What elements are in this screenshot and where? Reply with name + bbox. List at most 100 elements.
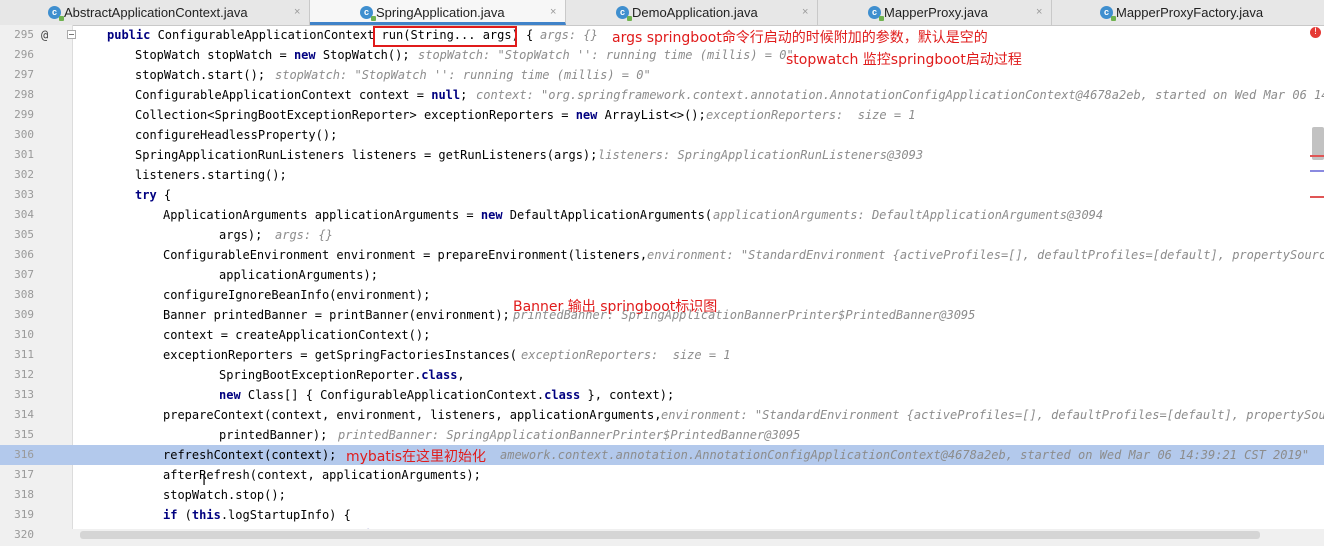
line-number[interactable]: 318	[4, 485, 34, 505]
code-text[interactable]: configureHeadlessProperty();	[135, 125, 337, 145]
horizontal-scrollbar[interactable]	[72, 529, 1324, 546]
fold-toggle-icon[interactable]	[67, 30, 76, 39]
line-number[interactable]: 303	[4, 185, 34, 205]
code-text[interactable]: ConfigurableApplicationContext context =…	[135, 85, 467, 105]
close-icon[interactable]: ×	[802, 0, 808, 25]
error-icon[interactable]: !	[1310, 27, 1321, 38]
info-stripe-mark[interactable]	[1310, 170, 1324, 172]
line-number[interactable]: 308	[4, 285, 34, 305]
code-line[interactable]: 300 configureHeadlessProperty();	[0, 125, 1324, 145]
line-number[interactable]: 307	[4, 265, 34, 285]
line-number[interactable]: 317	[4, 465, 34, 485]
line-number[interactable]: 297	[4, 65, 34, 85]
line-number[interactable]: 298	[4, 85, 34, 105]
line-number[interactable]: 309	[4, 305, 34, 325]
line-number[interactable]: 302	[4, 165, 34, 185]
mybatis-annotation: mybatis在这里初始化	[346, 449, 487, 465]
code-text[interactable]: StopWatch stopWatch = new StopWatch();	[135, 45, 410, 65]
line-number[interactable]: 315	[4, 425, 34, 445]
code-text[interactable]: SpringBootExceptionReporter.class,	[219, 365, 465, 385]
code-text[interactable]: prepareContext(context, environment, lis…	[163, 405, 662, 425]
code-text[interactable]: exceptionReporters = getSpringFactoriesI…	[163, 345, 517, 365]
tab-abstract-application-context[interactable]: c AbstractApplicationContext.java ×	[48, 0, 310, 25]
line-number[interactable]: 313	[4, 385, 34, 405]
code-line[interactable]: 312 SpringBootExceptionReporter.class,	[0, 365, 1324, 385]
code-text[interactable]: Collection<SpringBootExceptionReporter> …	[135, 105, 706, 125]
code-text[interactable]: printedBanner);	[219, 425, 327, 445]
stopwatch-annotation: stopwatch 监控springboot启动过程	[786, 52, 1022, 68]
code-line[interactable]: 315 printedBanner); printedBanner: SpringA…	[0, 425, 1324, 445]
code-text[interactable]: context = createApplicationContext();	[163, 325, 430, 345]
line-number[interactable]: 312	[4, 365, 34, 385]
error-stripe-mark[interactable]	[1310, 155, 1324, 157]
code-text[interactable]: stopWatch.stop();	[163, 485, 286, 505]
code-line[interactable]: 313 new Class[] { ConfigurableApplication…	[0, 385, 1324, 405]
code-line[interactable]: 297 stopWatch.start(); stopWatch: "StopWat…	[0, 65, 1324, 85]
code-text[interactable]: applicationArguments);	[219, 265, 378, 285]
line-number[interactable]: 316	[4, 445, 34, 465]
override-marker-icon[interactable]: @	[41, 25, 48, 45]
code-text[interactable]: try {	[135, 185, 171, 205]
line-number[interactable]: 306	[4, 245, 34, 265]
code-line[interactable]: 304 ApplicationArguments applicationArgum…	[0, 205, 1324, 225]
code-line[interactable]: 314 prepareContext(context, environment, …	[0, 405, 1324, 425]
code-text[interactable]: configureIgnoreBeanInfo(environment);	[163, 285, 430, 305]
code-text[interactable]: stopWatch.start();	[135, 65, 265, 85]
code-text[interactable]: ApplicationArguments applicationArgument…	[163, 205, 712, 225]
class-icon: c	[1100, 6, 1116, 21]
class-icon: c	[616, 6, 632, 21]
code-line[interactable]: 318 stopWatch.stop();	[0, 485, 1324, 505]
code-line[interactable]: 298 ConfigurableApplicationContext contex…	[0, 85, 1324, 105]
close-icon[interactable]: ×	[550, 0, 556, 22]
line-number[interactable]: 296	[4, 45, 34, 65]
code-text[interactable]: if (this.logStartupInfo) {	[163, 505, 351, 525]
code-line[interactable]: 317 afterRefresh(context, applicationArgu…	[0, 465, 1324, 485]
close-icon[interactable]: ×	[1036, 0, 1042, 25]
tab-mapper-proxy[interactable]: c MapperProxy.java ×	[818, 0, 1052, 25]
code-text[interactable]: listeners.starting();	[135, 165, 287, 185]
code-line[interactable]: 311 exceptionReporters = getSpringFactori…	[0, 345, 1324, 365]
line-number[interactable]: 304	[4, 205, 34, 225]
code-text[interactable]: Banner printedBanner = printBanner(envir…	[163, 305, 510, 325]
code-line[interactable]: 301 SpringApplicationRunListeners listene…	[0, 145, 1324, 165]
line-number[interactable]: 314	[4, 405, 34, 425]
line-number[interactable]: 310	[4, 325, 34, 345]
code-text[interactable]: SpringApplicationRunListeners listeners …	[135, 145, 597, 165]
code-line[interactable]: 296 StopWatch stopWatch = new StopWatch()…	[0, 45, 1324, 65]
code-text[interactable]: afterRefresh(context, applicationArgumen…	[163, 465, 481, 485]
line-number[interactable]: 295	[4, 25, 34, 45]
tab-spring-application[interactable]: c SpringApplication.java ×	[310, 0, 566, 25]
line-number[interactable]: 300	[4, 125, 34, 145]
code-line[interactable]: 316 refreshContext(context); amework.conte…	[0, 445, 1324, 465]
code-line[interactable]: 303 try {	[0, 185, 1324, 205]
line-number[interactable]: 301	[4, 145, 34, 165]
tab-demo-application[interactable]: c DemoApplication.java ×	[566, 0, 818, 25]
line-number[interactable]: 311	[4, 345, 34, 365]
code-text[interactable]: refreshContext(context);	[163, 445, 336, 465]
inline-debug-value: listeners: SpringApplicationRunListeners…	[598, 148, 924, 162]
line-number[interactable]: 305	[4, 225, 34, 245]
code-line[interactable]: 302 listeners.starting();	[0, 165, 1324, 185]
code-line[interactable]: 305 args); args: {}	[0, 225, 1324, 245]
line-number[interactable]: 320	[4, 525, 34, 545]
inline-debug-value: stopWatch: "StopWatch '': running time (…	[275, 68, 651, 82]
tab-label: AbstractApplicationContext.java	[64, 5, 248, 20]
run-method-highlight-box	[373, 26, 517, 47]
inline-debug-value: amework.context.annotation.AnnotationCon…	[500, 448, 1310, 462]
code-line[interactable]: 319 if (this.logStartupInfo) {	[0, 505, 1324, 525]
code-line[interactable]: 299 Collection<SpringBootExceptionReporte…	[0, 105, 1324, 125]
line-number[interactable]: 299	[4, 105, 34, 125]
code-line[interactable]: 310 context = createApplicationContext();	[0, 325, 1324, 345]
close-icon[interactable]: ×	[294, 0, 300, 25]
code-text[interactable]: new Class[] { ConfigurableApplicationCon…	[219, 385, 674, 405]
code-text[interactable]: ConfigurableEnvironment environment = pr…	[163, 245, 647, 265]
class-icon: c	[48, 6, 64, 21]
error-stripe-mark[interactable]	[1310, 196, 1324, 198]
code-line[interactable]: 306 ConfigurableEnvironment environment =…	[0, 245, 1324, 265]
code-text[interactable]: args);	[219, 225, 262, 245]
line-number[interactable]: 319	[4, 505, 34, 525]
scrollbar-thumb[interactable]	[80, 531, 1260, 539]
tab-label: MapperProxyFactory.java	[1116, 5, 1264, 20]
tab-mapper-proxy-factory[interactable]: c MapperProxyFactory.java	[1052, 0, 1324, 25]
code-line[interactable]: 307 applicationArguments);	[0, 265, 1324, 285]
